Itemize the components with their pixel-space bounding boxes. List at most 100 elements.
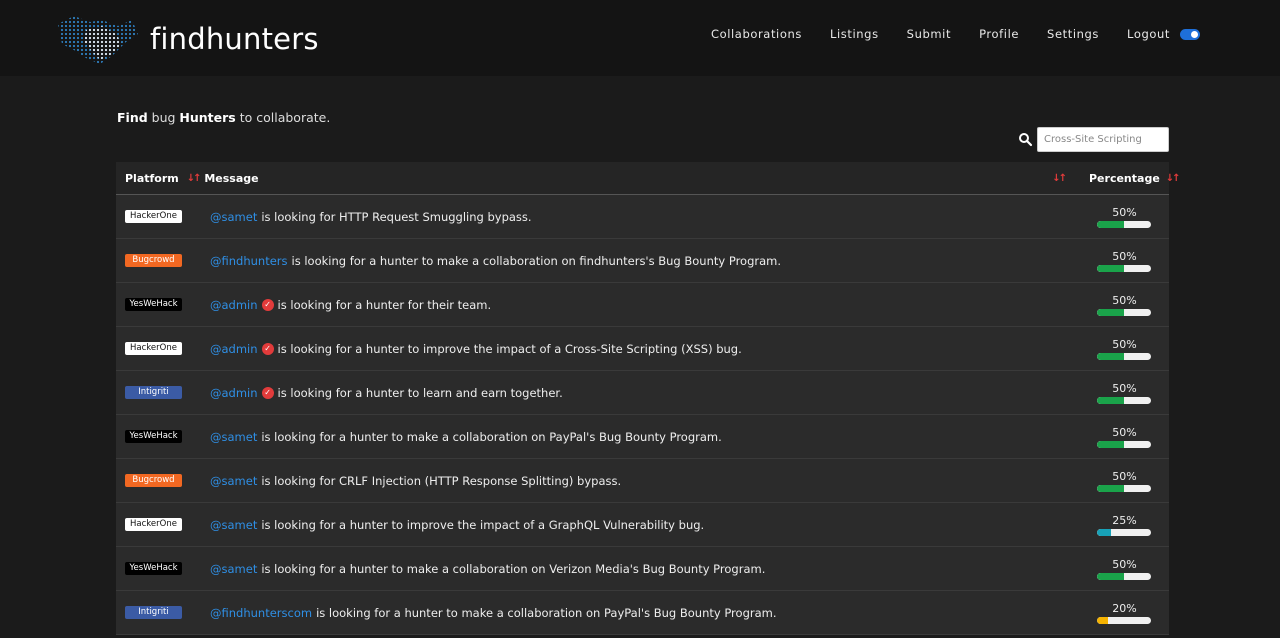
nav-collaborations[interactable]: Collaborations — [711, 27, 802, 41]
platform-badge: Intigriti — [125, 606, 182, 619]
platform-badge: HackerOne — [125, 210, 182, 223]
table-row[interactable]: YesWeHack @samet is looking for a hunter t… — [116, 547, 1169, 591]
percentage-cell: 50% — [1097, 426, 1152, 448]
header-platform-label: Platform — [125, 171, 179, 185]
percentage-cell: 50% — [1097, 382, 1152, 404]
progress-bar — [1097, 264, 1151, 272]
handshake-logo-icon — [58, 16, 138, 64]
progress-bar — [1097, 308, 1151, 316]
percentage-label: 50% — [1112, 293, 1137, 307]
percentage-cell: 50% — [1097, 558, 1152, 580]
platform-badge: YesWeHack — [125, 430, 182, 443]
progress-fill — [1097, 528, 1111, 536]
username-link[interactable]: @samet — [210, 210, 257, 224]
intro-word-bug: bug — [147, 110, 180, 125]
message-cell: @samet is looking for CRLF Injection (HTT… — [210, 474, 1082, 488]
message-text: is looking for HTTP Request Smuggling by… — [261, 209, 532, 224]
progress-fill — [1097, 352, 1124, 360]
table-row[interactable]: HackerOne @samet is looking for a hunter t… — [116, 503, 1169, 547]
percentage-cell: 25% — [1097, 514, 1152, 536]
table-body: HackerOne @samet is looking for HTTP Reque… — [116, 195, 1169, 635]
message-cell: @admin ✓ is looking for a hunter for their… — [210, 298, 1082, 312]
table-row[interactable]: YesWeHack @admin ✓ is looking for a hunter … — [116, 283, 1169, 327]
message-text: is looking for a hunter to learn and ear… — [277, 385, 563, 400]
message-cell: @admin ✓ is looking for a hunter to learn … — [210, 386, 1082, 400]
username-link[interactable]: @findhunterscom — [210, 606, 312, 620]
nav-settings[interactable]: Settings — [1047, 27, 1099, 41]
platform-badge: Bugcrowd — [125, 474, 182, 487]
percentage-cell: 50% — [1097, 470, 1152, 492]
percentage-cell: 50% — [1097, 250, 1152, 272]
progress-fill — [1097, 484, 1124, 492]
verified-check-icon: ✓ — [261, 342, 274, 355]
table-row[interactable]: Bugcrowd @samet is looking for CRLF Inject… — [116, 459, 1169, 503]
intro-word-hunters: Hunters — [179, 110, 236, 125]
percentage-cell: 50% — [1097, 294, 1152, 316]
progress-fill — [1097, 308, 1124, 316]
percentage-label: 20% — [1112, 601, 1137, 615]
percentage-cell: 50% — [1097, 338, 1152, 360]
progress-bar — [1097, 572, 1151, 580]
message-cell: @findhunters is looking for a hunter to m… — [210, 254, 1082, 268]
username-link[interactable]: @admin — [210, 386, 258, 400]
nav-listings[interactable]: Listings — [830, 27, 879, 41]
nav-submit[interactable]: Submit — [907, 27, 951, 41]
progress-fill — [1097, 440, 1124, 448]
header-message[interactable]: Message ↓↑ — [204, 172, 1073, 185]
main-nav: Collaborations Listings Submit Profile S… — [683, 27, 1200, 41]
table-row[interactable]: Intigriti @findhunterscom is looking for a… — [116, 591, 1169, 635]
username-link[interactable]: @samet — [210, 430, 257, 444]
table-row[interactable]: Intigriti @admin ✓ is looking for a hunter … — [116, 371, 1169, 415]
username-link[interactable]: @samet — [210, 562, 257, 576]
theme-toggle[interactable] — [1180, 28, 1200, 40]
table-row[interactable]: HackerOne @admin ✓ is looking for a hunter … — [116, 327, 1169, 371]
percentage-cell: 20% — [1097, 602, 1152, 624]
message-text: is looking for a hunter to make a collab… — [261, 561, 766, 576]
sort-arrows-icon[interactable]: ↓↑ — [1166, 173, 1181, 184]
table-header: Platform ↓↑ Message ↓↑ Percentage ↓↑ — [116, 162, 1181, 195]
sort-arrows-icon[interactable]: ↓↑ — [1052, 173, 1067, 184]
page-intro: Find bug Hunters to collaborate. — [117, 110, 330, 125]
username-link[interactable]: @admin — [210, 342, 258, 356]
progress-fill — [1097, 572, 1124, 580]
platform-badge: YesWeHack — [125, 298, 182, 311]
percentage-cell: 50% — [1097, 206, 1152, 228]
progress-fill — [1097, 616, 1108, 624]
platform-badge: YesWeHack — [125, 562, 182, 575]
message-cell: @samet is looking for a hunter to make a … — [210, 430, 1082, 444]
nav-profile[interactable]: Profile — [979, 27, 1019, 41]
username-link[interactable]: @findhunters — [210, 254, 288, 268]
header-platform[interactable]: Platform ↓↑ — [125, 172, 204, 185]
table-row[interactable]: Bugcrowd @findhunters is looking for a hun… — [116, 239, 1169, 283]
progress-bar — [1097, 528, 1151, 536]
percentage-label: 50% — [1112, 249, 1137, 263]
message-text: is looking for CRLF Injection (HTTP Resp… — [261, 473, 622, 488]
username-link[interactable]: @admin — [210, 298, 258, 312]
progress-fill — [1097, 220, 1124, 228]
verified-check-icon: ✓ — [261, 298, 274, 311]
username-link[interactable]: @samet — [210, 518, 257, 532]
verified-check-icon: ✓ — [261, 386, 274, 399]
percentage-label: 25% — [1112, 513, 1137, 527]
search-input[interactable] — [1037, 127, 1169, 152]
nav-logout[interactable]: Logout — [1127, 27, 1170, 41]
sort-arrows-icon[interactable]: ↓↑ — [187, 173, 202, 184]
progress-bar — [1097, 440, 1151, 448]
header-percentage[interactable]: Percentage ↓↑ — [1089, 172, 1181, 185]
table-row[interactable]: YesWeHack @samet is looking for a hunter t… — [116, 415, 1169, 459]
table-row[interactable]: HackerOne @samet is looking for HTTP Reque… — [116, 195, 1169, 239]
message-text: is looking for a hunter to make a collab… — [261, 429, 722, 444]
progress-bar — [1097, 616, 1151, 624]
percentage-label: 50% — [1112, 469, 1137, 483]
platform-badge: Bugcrowd — [125, 254, 182, 267]
username-link[interactable]: @samet — [210, 474, 257, 488]
message-cell: @samet is looking for a hunter to improve… — [210, 518, 1082, 532]
message-cell: @admin ✓ is looking for a hunter to improv… — [210, 342, 1082, 356]
brand-logo[interactable]: findhunters — [56, 12, 319, 66]
progress-bar — [1097, 396, 1151, 404]
progress-fill — [1097, 396, 1124, 404]
brand-name: findhunters — [150, 22, 319, 56]
search-box — [1017, 127, 1169, 152]
progress-bar — [1097, 484, 1151, 492]
message-cell: @findhunterscom is looking for a hunter t… — [210, 606, 1082, 620]
